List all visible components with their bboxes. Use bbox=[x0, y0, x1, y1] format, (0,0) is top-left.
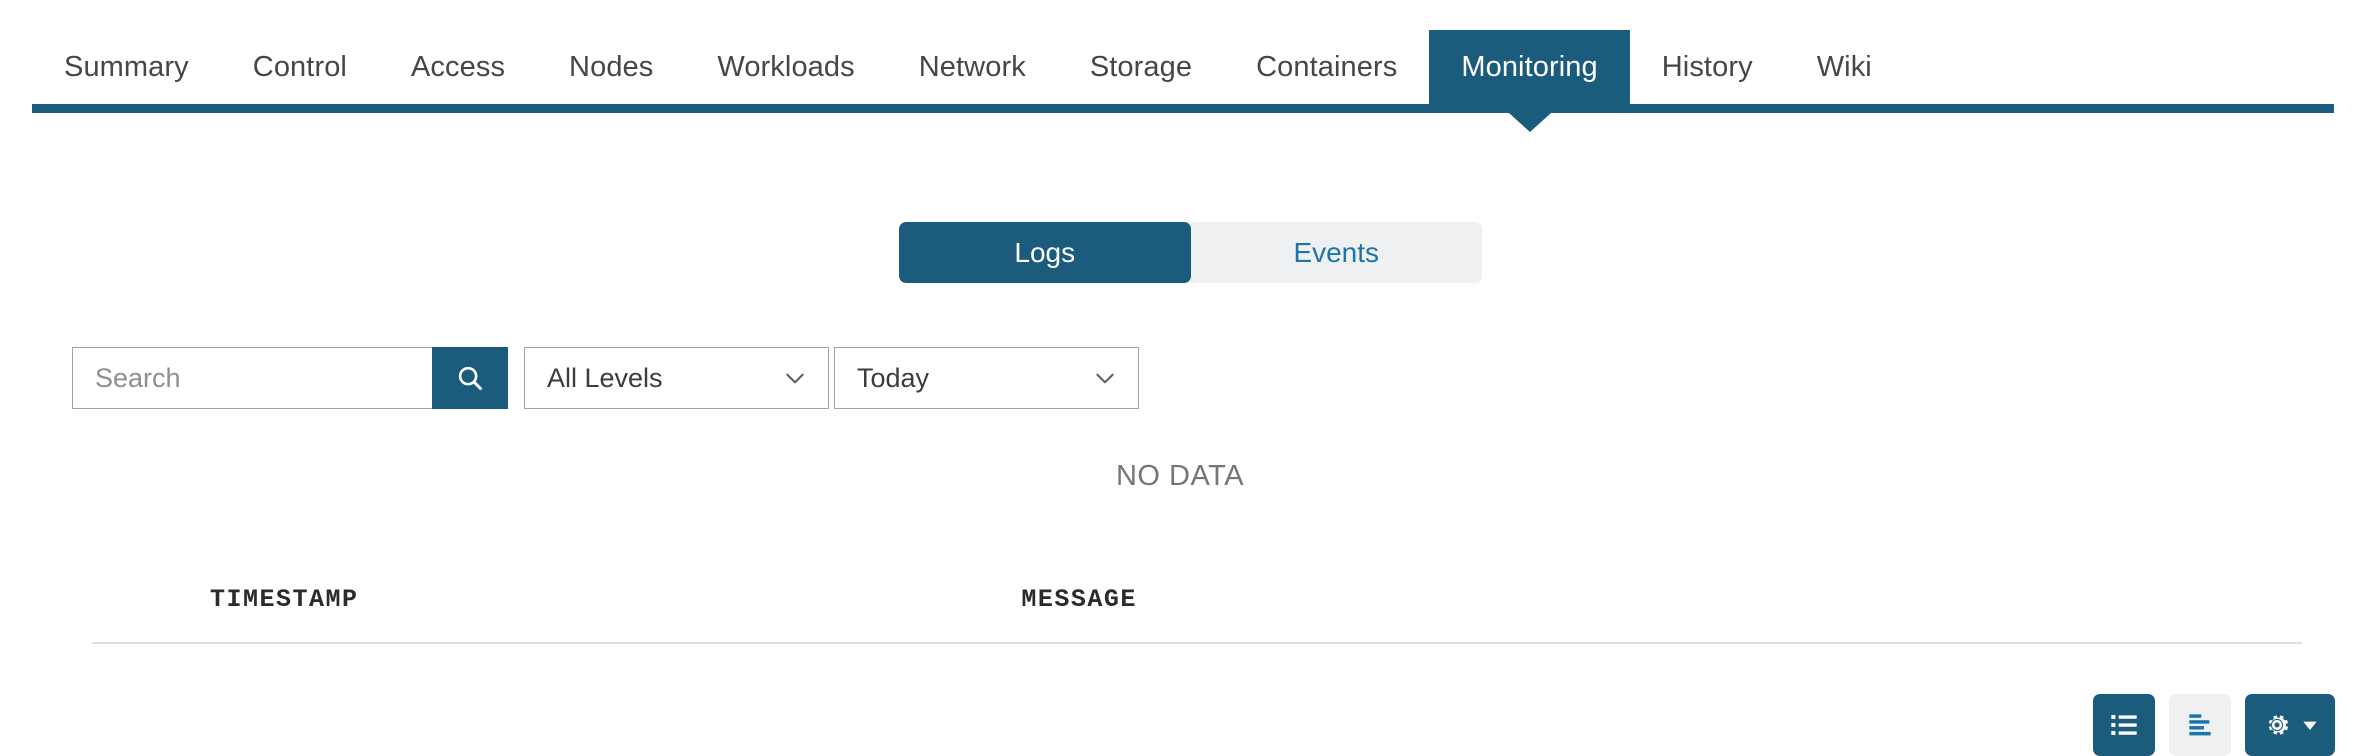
log-table-head: TIMESTAMP MESSAGE bbox=[92, 585, 2302, 643]
view-toolbar bbox=[2093, 694, 2335, 756]
level-filter-value: All Levels bbox=[547, 363, 663, 394]
filter-row: All Levels Today bbox=[0, 347, 2360, 409]
tab-wiki[interactable]: Wiki bbox=[1785, 30, 1904, 104]
level-filter-select[interactable]: All Levels bbox=[524, 347, 829, 409]
time-range-filter-select[interactable]: Today bbox=[834, 347, 1139, 409]
align-left-view-icon bbox=[2184, 709, 2216, 741]
segment-logs-button[interactable]: Logs bbox=[899, 222, 1191, 283]
empty-state-message: NO DATA bbox=[0, 460, 2360, 493]
tab-workloads[interactable]: Workloads bbox=[685, 30, 886, 104]
tab-bar-underline bbox=[32, 104, 2334, 113]
tab-network[interactable]: Network bbox=[887, 30, 1058, 104]
log-table-element: TIMESTAMP MESSAGE bbox=[92, 585, 2302, 644]
log-table: TIMESTAMP MESSAGE bbox=[92, 585, 2302, 644]
time-range-filter-value: Today bbox=[857, 363, 929, 394]
logs-events-segmented-control: LogsEvents bbox=[899, 222, 1482, 283]
active-tab-caret-icon bbox=[1509, 113, 1551, 132]
main-tab-bar: SummaryControlAccessNodesWorkloadsNetwor… bbox=[0, 0, 2360, 122]
search-icon bbox=[455, 363, 485, 393]
text-view-button[interactable] bbox=[2169, 694, 2231, 756]
settings-menu-button[interactable] bbox=[2245, 694, 2335, 756]
tab-control[interactable]: Control bbox=[221, 30, 379, 104]
tab-nodes[interactable]: Nodes bbox=[537, 30, 685, 104]
tab-access[interactable]: Access bbox=[379, 30, 537, 104]
column-header-timestamp[interactable]: TIMESTAMP bbox=[92, 585, 961, 643]
tab-history[interactable]: History bbox=[1630, 30, 1785, 104]
log-table-header-row: TIMESTAMP MESSAGE bbox=[92, 585, 2302, 643]
chevron-down-icon bbox=[1092, 365, 1118, 391]
column-header-message[interactable]: MESSAGE bbox=[961, 585, 2302, 643]
tab-storage[interactable]: Storage bbox=[1058, 30, 1224, 104]
segment-events-button[interactable]: Events bbox=[1191, 222, 1483, 283]
list-view-button[interactable] bbox=[2093, 694, 2155, 756]
search-group bbox=[72, 347, 508, 409]
search-input[interactable] bbox=[72, 347, 432, 409]
tab-strip: SummaryControlAccessNodesWorkloadsNetwor… bbox=[32, 0, 1904, 104]
caret-down-icon bbox=[2300, 715, 2320, 735]
chevron-down-icon bbox=[782, 365, 808, 391]
tab-summary[interactable]: Summary bbox=[32, 30, 221, 104]
tab-containers[interactable]: Containers bbox=[1224, 30, 1429, 104]
tab-monitoring[interactable]: Monitoring bbox=[1429, 30, 1629, 104]
list-view-icon bbox=[2108, 709, 2140, 741]
gear-icon bbox=[2261, 709, 2293, 741]
search-button[interactable] bbox=[432, 347, 508, 409]
